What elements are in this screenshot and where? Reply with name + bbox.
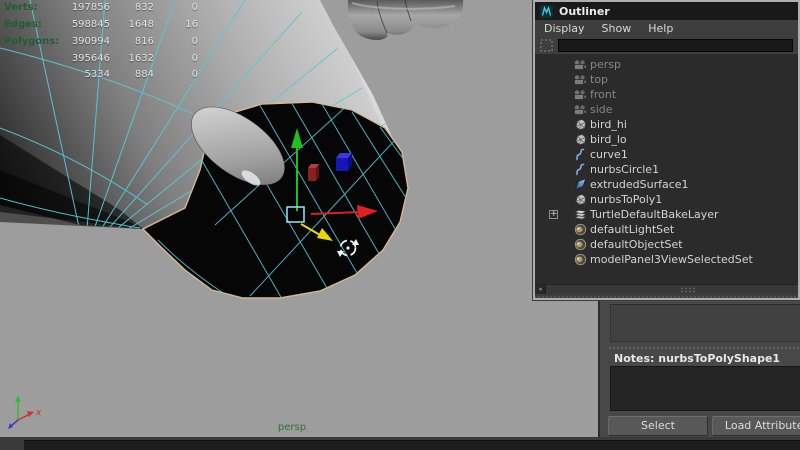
- scene-render: [0, 0, 598, 437]
- outliner-item-modelpanel3viewselectedset[interactable]: modelPanel3ViewSelectedSet: [535, 252, 798, 267]
- hud-value: 0: [156, 2, 198, 14]
- hud-row: 5334 884 0: [4, 69, 244, 81]
- outliner-item-extrudedsurface1[interactable]: extrudedSurface1: [535, 177, 798, 192]
- blue-box-object: [336, 153, 352, 171]
- camera-icon: [573, 73, 587, 87]
- camera-icon: [573, 88, 587, 102]
- viewport-3d[interactable]: Verts: 197856 832 0 Edges: 598845 1648 1…: [0, 0, 598, 437]
- hud-row: Verts: 197856 832 0: [4, 2, 244, 14]
- outliner-item-turtledefaultbakelayer[interactable]: + TurtleDefaultBakeLayer: [535, 207, 798, 222]
- hud-value: 395646: [60, 53, 110, 65]
- expand-toggle-icon[interactable]: +: [549, 210, 558, 219]
- item-label: nurbsToPoly1: [590, 193, 662, 206]
- panel-splitter[interactable]: [608, 346, 800, 350]
- item-label: curve1: [590, 148, 628, 161]
- item-label: extrudedSurface1: [590, 178, 689, 191]
- hud-value: 0: [156, 36, 198, 48]
- hud-value: 1648: [112, 19, 154, 31]
- hud-value: 598845: [60, 19, 110, 31]
- hud-value: 390994: [60, 36, 110, 48]
- hud-value: 0: [156, 53, 198, 65]
- hud-value: 0: [156, 69, 198, 81]
- surface-icon: [573, 178, 587, 192]
- item-label: side: [590, 103, 613, 116]
- maya-workspace: Verts: 197856 832 0 Edges: 598845 1648 1…: [0, 0, 800, 450]
- outliner-item-curve1[interactable]: curve1: [535, 147, 798, 162]
- hud-value: 884: [112, 69, 154, 81]
- item-label: persp: [590, 58, 621, 71]
- layer-icon: [573, 208, 587, 222]
- axis-x-label: x: [36, 408, 41, 418]
- hud-value: 197856: [60, 2, 110, 14]
- attribute-groupbox: [610, 304, 800, 342]
- camera-icon: [573, 58, 587, 72]
- item-label: bird_hi: [590, 118, 627, 131]
- outliner-titlebar[interactable]: Outliner: [535, 2, 798, 20]
- window-title: Outliner: [559, 5, 610, 18]
- attribute-editor-panel: Notes: nurbsToPolyShape1 Select Load Att…: [598, 300, 800, 437]
- outliner-item-nurbstopoly1[interactable]: nurbsToPoly1: [535, 192, 798, 207]
- hud-value: 16: [156, 19, 198, 31]
- outliner-menubar: Display Show Help: [535, 20, 798, 36]
- hud-row: Edges: 598845 1648 16: [4, 19, 244, 31]
- item-label: defaultLightSet: [590, 223, 674, 236]
- outliner-item-bird-lo[interactable]: bird_lo: [535, 132, 798, 147]
- camera-icon: [573, 103, 587, 117]
- outliner-item-front[interactable]: front: [535, 87, 798, 102]
- notes-textarea[interactable]: [610, 366, 800, 411]
- hud-label: Verts:: [4, 2, 62, 14]
- scrollbar-track[interactable]: [546, 285, 798, 294]
- scrollbar-grip[interactable]: [680, 287, 696, 293]
- timeline-track[interactable]: [24, 440, 800, 450]
- load-attributes-button[interactable]: Load Attributes: [712, 416, 800, 436]
- window-resize-strip[interactable]: [535, 294, 798, 299]
- timeline-strip[interactable]: [0, 437, 800, 450]
- hud-value: 5334: [60, 69, 110, 81]
- outliner-window: Outliner Display Show Help persp: [533, 0, 800, 300]
- item-label: TurtleDefaultBakeLayer: [590, 208, 719, 221]
- outliner-item-persp[interactable]: persp: [535, 57, 798, 72]
- hud-value: 816: [112, 36, 154, 48]
- item-label: modelPanel3ViewSelectedSet: [590, 253, 753, 266]
- hud-value: 1632: [112, 53, 154, 65]
- outliner-item-defaultobjectset[interactable]: defaultObjectSet: [535, 237, 798, 252]
- hud-row: Polygons: 390994 816 0: [4, 36, 244, 48]
- outliner-item-side[interactable]: side: [535, 102, 798, 117]
- curve-icon: [573, 148, 587, 162]
- outliner-toolbar: [535, 36, 798, 54]
- item-label: front: [590, 88, 616, 101]
- mesh-icon: [573, 193, 587, 207]
- camera-name-label: persp: [262, 422, 322, 433]
- item-label: top: [590, 73, 608, 86]
- outliner-item-defaultlightset[interactable]: defaultLightSet: [535, 222, 798, 237]
- item-label: nurbsCircle1: [590, 163, 659, 176]
- menu-show[interactable]: Show: [602, 22, 632, 35]
- hud-row: 395646 1632 0: [4, 53, 244, 65]
- outliner-item-nurbscircle1[interactable]: nurbsCircle1: [535, 162, 798, 177]
- menu-help[interactable]: Help: [648, 22, 673, 35]
- outliner-item-bird-hi[interactable]: bird_hi: [535, 117, 798, 132]
- hud-label: Edges:: [4, 19, 62, 31]
- outliner-item-top[interactable]: top: [535, 72, 798, 87]
- mesh-icon: [573, 118, 587, 132]
- item-label: defaultObjectSet: [590, 238, 683, 251]
- item-label: bird_lo: [590, 133, 627, 146]
- outliner-hscrollbar[interactable]: ◂: [535, 284, 798, 294]
- set-icon: [573, 238, 587, 252]
- notes-label: Notes: nurbsToPolyShape1: [614, 352, 780, 365]
- outliner-list: persp top front side bird_hi: [535, 54, 798, 284]
- red-box-object: [308, 164, 319, 181]
- menu-display[interactable]: Display: [544, 22, 585, 35]
- mesh-icon: [573, 133, 587, 147]
- selection-filter-icon[interactable]: [539, 38, 553, 52]
- scroll-left-arrow-icon[interactable]: ◂: [535, 285, 546, 294]
- maya-logo-icon: [539, 4, 553, 18]
- hud-label: Polygons:: [4, 36, 62, 48]
- set-icon: [573, 253, 587, 267]
- outliner-filter-input[interactable]: [558, 39, 793, 52]
- select-button[interactable]: Select: [608, 416, 708, 436]
- hud-value: 832: [112, 2, 154, 14]
- set-icon: [573, 223, 587, 237]
- curve-icon: [573, 163, 587, 177]
